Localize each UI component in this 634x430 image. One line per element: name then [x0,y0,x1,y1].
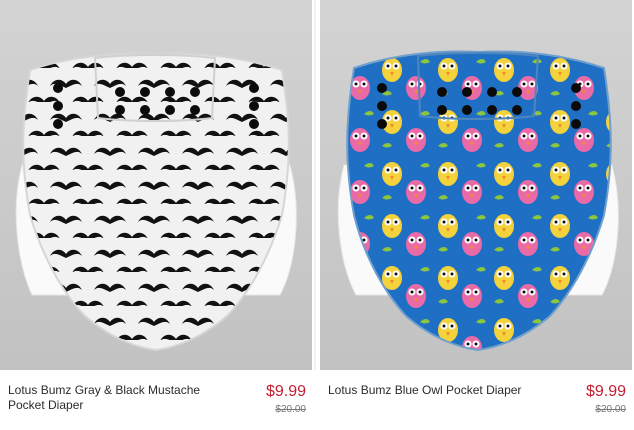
mustache-diaper-illustration [15,52,297,352]
sale-price: $9.99 [585,383,626,400]
original-price: $20.00 [275,404,306,415]
product-title[interactable]: Lotus Bumz Blue Owl Pocket Diaper [328,383,528,398]
product-grid: Lotus Bumz Gray & Black Mustache Pocket … [0,0,634,430]
product-card[interactable]: Lotus Bumz Gray & Black Mustache Pocket … [0,0,312,430]
original-price: $20.00 [595,404,626,415]
sale-price: $9.99 [265,383,306,400]
product-image[interactable] [320,0,632,370]
card-divider [314,0,316,370]
product-card[interactable]: Lotus Bumz Blue Owl Pocket Diaper $9.99 … [320,0,632,430]
product-title[interactable]: Lotus Bumz Gray & Black Mustache Pocket … [8,383,208,413]
product-image[interactable] [0,0,312,370]
owl-diaper-illustration [337,50,619,352]
